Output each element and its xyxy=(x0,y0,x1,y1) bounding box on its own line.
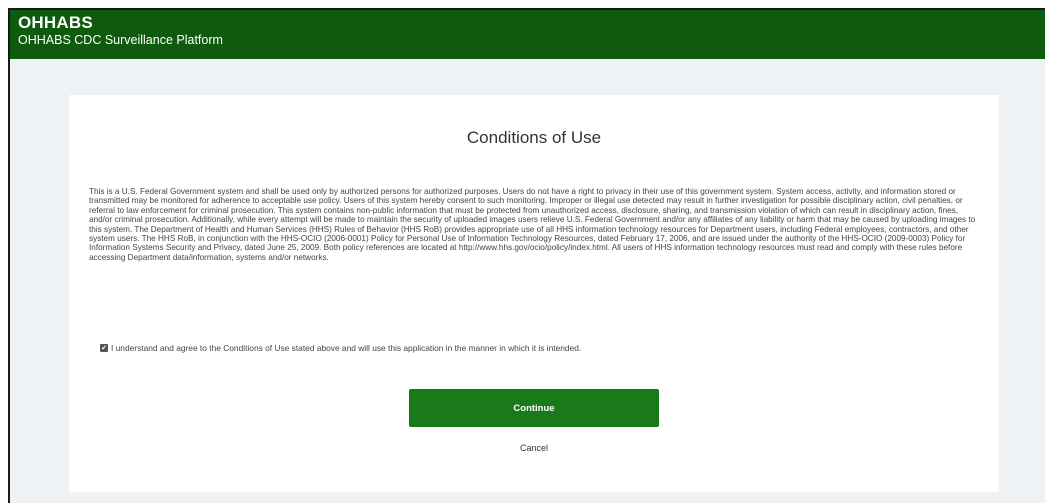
continue-button[interactable]: Continue xyxy=(409,389,659,427)
cancel-link[interactable]: Cancel xyxy=(409,443,659,453)
conditions-text: This is a U.S. Federal Government system… xyxy=(89,187,976,262)
agreement-label: I understand and agree to the Conditions… xyxy=(111,343,582,353)
app-title: OHHABS xyxy=(18,13,93,32)
conditions-card: Conditions of Use This is a U.S. Federal… xyxy=(69,95,999,492)
app-window: OHHABS OHHABS CDC Surveillance Platform … xyxy=(8,8,1045,503)
agreement-checkbox[interactable]: ✔ xyxy=(100,344,108,352)
page-title: Conditions of Use xyxy=(466,128,602,147)
agreement-row[interactable]: ✔ I understand and agree to the Conditio… xyxy=(100,343,581,353)
app-subtitle: OHHABS CDC Surveillance Platform xyxy=(18,33,223,47)
app-header: OHHABS OHHABS CDC Surveillance Platform xyxy=(10,10,1045,59)
